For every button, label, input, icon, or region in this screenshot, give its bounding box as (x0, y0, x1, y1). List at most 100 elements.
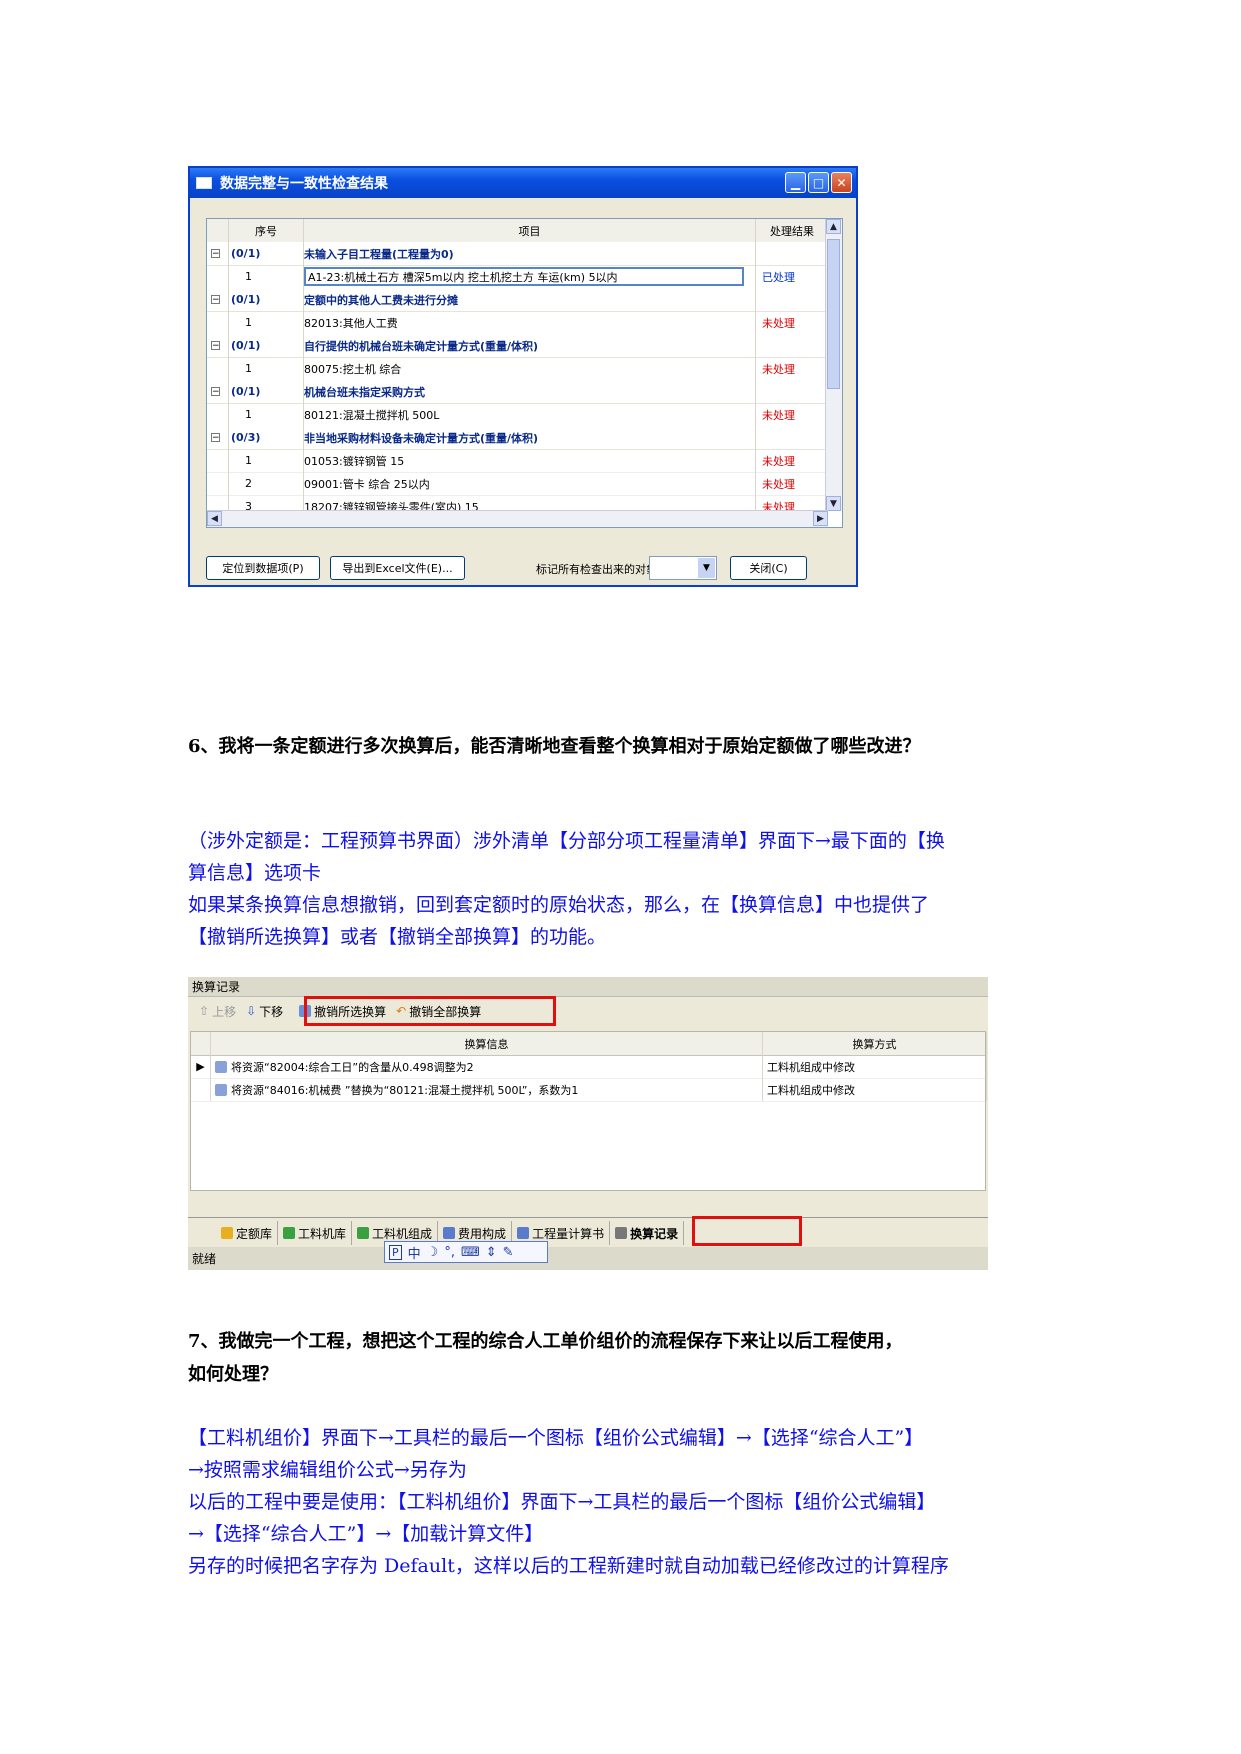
group-row[interactable]: − (0/1) 自行提供的机械台班未确定计量方式(重量/体积) (207, 334, 828, 358)
group-row[interactable]: − (0/1) 机械台班未指定采购方式 (207, 380, 828, 404)
move-down-button[interactable]: ⇩ 下移 (243, 1000, 286, 1022)
table-row[interactable]: 1 01053:镀锌钢管 15 未处理 (207, 449, 828, 473)
tab-5[interactable]: 换算记录 (610, 1221, 685, 1245)
group-title: 机械台班未指定采购方式 (304, 380, 756, 403)
col-conversion-info[interactable]: 换算信息 (211, 1032, 763, 1055)
export-excel-button[interactable]: 导出到Excel文件(E)... (330, 556, 465, 580)
group-row[interactable]: − (0/1) 未输入子目工程量(工程量为0) (207, 242, 828, 266)
ime-mode[interactable]: 中 (408, 1243, 421, 1262)
group-title: 自行提供的机械台班未确定计量方式(重量/体积) (304, 334, 756, 357)
status-badge: 未处理 (762, 316, 795, 330)
col-item[interactable]: 项目 (304, 219, 756, 242)
cost-icon (443, 1227, 456, 1239)
question-6: 6、我将一条定额进行多次换算后，能否清晰地查看整个换算相对于原始定额做了哪些改进… (188, 736, 921, 757)
tab-1[interactable]: 工料机库 (278, 1221, 353, 1245)
close-button[interactable]: 关闭(C) (730, 556, 807, 580)
scroll-up-icon[interactable]: ▲ (826, 219, 841, 234)
move-up-button[interactable]: ⇧ 上移 (196, 1000, 239, 1022)
resource-icon (215, 1083, 227, 1096)
answer-6: （涉外定额是：工程预算书界面）涉外清单【分部分项工程量清单】界面下→最下面的【换… (188, 830, 945, 948)
table-row[interactable]: 1 80075:挖土机 综合 未处理 (207, 357, 828, 381)
horizontal-scrollbar[interactable]: ◀ ▶ (207, 510, 828, 527)
row-pointer-icon: ▶ (196, 1060, 205, 1073)
mark-label: 标记所有检查出来的对象 (536, 563, 657, 576)
item-seq: 1 (229, 357, 304, 380)
menu-icon[interactable]: ⇕ (486, 1245, 497, 1260)
item-text: 01053:镀锌钢管 15 (304, 449, 756, 472)
group-count: (0/1) (229, 288, 304, 311)
item-seq: 1 (229, 403, 304, 426)
col-seq[interactable]: 序号 (229, 219, 304, 242)
mark-select[interactable]: ▼ (649, 556, 717, 580)
table-row[interactable]: 2 09001:管卡 综合 25以内 未处理 (207, 472, 828, 496)
scroll-thumb[interactable] (827, 239, 840, 389)
collapse-icon[interactable]: − (211, 387, 220, 397)
collapse-icon[interactable]: − (211, 341, 220, 351)
group-row[interactable]: − (0/1) 定额中的其他人工费未进行分摊 (207, 288, 828, 312)
vertical-scrollbar[interactable]: ▲ ▼ (825, 219, 842, 511)
group-title: 未输入子目工程量(工程量为0) (304, 242, 756, 265)
conversion-record-pane: 换算记录 ⇧ 上移 ⇩ 下移 撤销所选换算 ↶ 撤销全部换算 换算信息 换算方式 ▶ 将… (188, 977, 988, 1270)
table-row[interactable]: ▶ 将资源“82004:综合工日”的含量从0.498调整为2 工料机组成中修改 (191, 1055, 987, 1079)
table-row[interactable]: 将资源“84016:机械费 ”替换为“80121:混凝土搅拌机 500L”，系数… (191, 1078, 987, 1102)
arrow-down-icon: ⇩ (246, 1004, 257, 1018)
close-window-button[interactable]: ✕ (831, 172, 852, 193)
maximize-button[interactable]: □ (808, 172, 829, 193)
item-edit-box[interactable]: A1-23:机械土石方 槽深5m以内 挖土机挖土方 车运(km) 5以内 (304, 267, 744, 286)
group-count: (0/1) (229, 334, 304, 357)
table-row[interactable]: 1 80121:混凝土搅拌机 500L 未处理 (207, 403, 828, 427)
sheet-icon (517, 1227, 530, 1239)
col-status[interactable]: 处理结果 (756, 219, 828, 242)
collapse-icon[interactable]: − (211, 295, 220, 305)
item-text: 80075:挖土机 综合 (304, 357, 756, 380)
scroll-down-icon[interactable]: ▼ (826, 496, 841, 511)
window-icon (196, 177, 212, 189)
punctuation-icon[interactable]: °, (444, 1245, 455, 1260)
composition-icon (357, 1227, 370, 1239)
minimize-button[interactable]: ▁ (785, 172, 806, 193)
answer-7: 【工料机组价】界面下→工具栏的最后一个图标【组价公式编辑】→【选择“综合人工”】… (188, 1427, 949, 1577)
item-seq: 1 (229, 449, 304, 472)
conversion-info: 将资源“82004:综合工日”的含量从0.498调整为2 (231, 1060, 474, 1074)
table-row[interactable]: 1 82013:其他人工费 未处理 (207, 311, 828, 335)
question-7: 7、我做完一个工程，想把这个工程的综合人工单价组价的流程保存下来让以后工程使用，… (188, 1331, 903, 1385)
database-icon (221, 1227, 233, 1239)
ime-toolbar[interactable]: P 中 ☽ °, ⌨ ⇕ ✎ (384, 1241, 548, 1263)
item-seq: 1 (229, 265, 304, 288)
scroll-right-icon[interactable]: ▶ (813, 511, 828, 526)
moon-icon[interactable]: ☽ (427, 1245, 439, 1260)
group-count: (0/1) (229, 380, 304, 403)
group-row[interactable]: − (0/3) 非当地采购材料设备未确定计量方式(重量/体积) (207, 426, 828, 450)
collapse-icon[interactable]: − (211, 433, 220, 443)
pane-title: 换算记录 (188, 977, 988, 997)
item-text: 09001:管卡 综合 25以内 (304, 472, 756, 495)
conversion-icon (615, 1227, 628, 1239)
resource-icon (215, 1060, 227, 1073)
dialog-titlebar[interactable]: 数据完整与一致性检查结果 ▁ □ ✕ (190, 168, 856, 198)
status-badge: 未处理 (762, 454, 795, 468)
result-grid[interactable]: 序号 项目 处理结果 − (0/1) 未输入子目工程量(工程量为0) 1 A1-23:机… (206, 218, 843, 528)
chevron-down-icon[interactable]: ▼ (698, 558, 715, 578)
status-bar: 就绪 (188, 1247, 988, 1270)
wrench-icon[interactable]: ✎ (503, 1245, 514, 1260)
arrow-up-icon: ⇧ (199, 1004, 210, 1018)
dialog-title: 数据完整与一致性检查结果 (220, 176, 388, 192)
conversion-grid-header: 换算信息 换算方式 (191, 1032, 987, 1056)
scroll-left-icon[interactable]: ◀ (207, 511, 222, 526)
group-title: 定额中的其他人工费未进行分摊 (304, 288, 756, 311)
tab-0[interactable]: 定额库 (216, 1221, 279, 1245)
collapse-icon[interactable]: − (211, 249, 220, 259)
bottom-tabs: 定额库 工料机库 工料机组成 费用构成 工程量计算书 换算记录 (188, 1217, 988, 1245)
table-row[interactable]: 1 A1-23:机械土石方 槽深5m以内 挖土机挖土方 车运(km) 5以内 已处理 (207, 265, 828, 289)
locate-button[interactable]: 定位到数据项(P) (206, 556, 320, 580)
col-conversion-method[interactable]: 换算方式 (763, 1032, 987, 1055)
conversion-grid[interactable]: 换算信息 换算方式 ▶ 将资源“82004:综合工日”的含量从0.498调整为2 工… (190, 1031, 987, 1191)
group-count: (0/1) (229, 242, 304, 265)
keyboard-icon[interactable]: ⌨ (461, 1245, 480, 1260)
highlight-undo-buttons (304, 996, 556, 1026)
item-text: 80121:混凝土搅拌机 500L (304, 403, 756, 426)
item-text: 82013:其他人工费 (304, 311, 756, 334)
status-badge: 未处理 (762, 477, 795, 491)
group-title: 非当地采购材料设备未确定计量方式(重量/体积) (304, 426, 756, 449)
grid-header: 序号 项目 处理结果 (207, 219, 828, 243)
